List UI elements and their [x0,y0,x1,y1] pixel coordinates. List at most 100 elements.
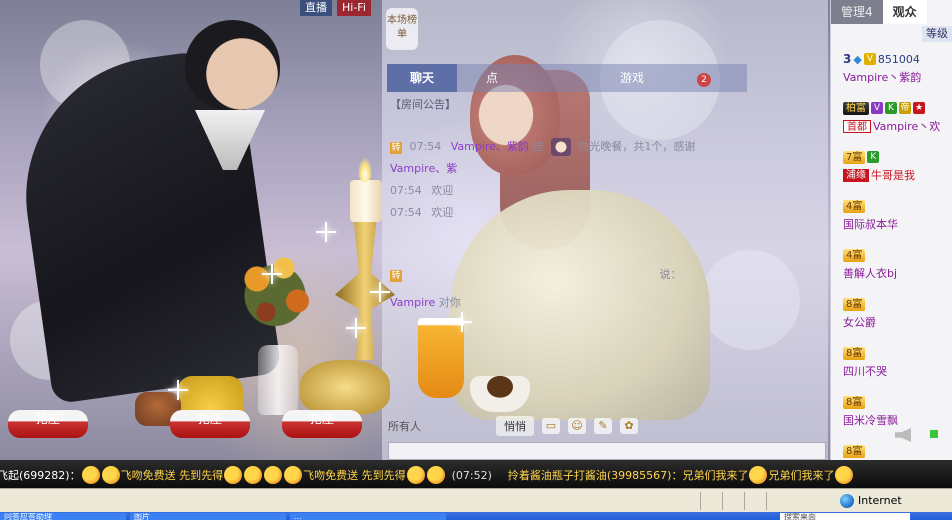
message-user[interactable]: Vampire、紫韵 [451,140,529,153]
status-divider [722,492,723,510]
message-text: 欢迎 [431,184,454,197]
user-name: 四川不哭 [843,365,887,378]
tab-game[interactable]: 游戏 [597,64,667,92]
status-indicator-icon [930,430,938,438]
ticker-message: 兄弟们我来了 [768,469,835,482]
kiss-emoji-icon [264,466,283,484]
sparkle-icon [262,264,282,284]
grab-seat-button[interactable]: 抢座 [8,410,88,438]
list-item[interactable]: 8富 四川不哭 [843,344,952,393]
whisper-button[interactable]: 悄悄 [496,416,534,436]
region-tag: 首都 [843,119,871,133]
list-item[interactable]: 8富 女公爵 [843,295,952,344]
flowers [230,235,320,345]
user-name: Vampire丶紫韵 [843,71,922,84]
chat-message: Vampire、紫 [390,160,820,182]
tab-audience[interactable]: 观众 [882,0,927,24]
taskbar-item[interactable]: 图片 [130,513,286,520]
status-divider [700,492,701,510]
chat-tabs: 聊天 点 游戏 2 [387,64,747,92]
gift-tool-icon[interactable]: ✿ [620,418,638,434]
wealth-rank-badge: 柏富 [843,101,869,115]
sparkle-icon [370,282,390,302]
k-icon: K [885,102,897,114]
man-head [185,20,280,110]
color-icon[interactable]: ✎ [594,418,612,434]
list-item[interactable]: 3 ◆ V 851004 Vampire丶紫韵 [843,50,952,99]
emoji-icon[interactable]: ☺ [568,418,586,434]
ticker-sender: 飞起(699282)： [0,469,81,482]
chat-message: 07:54 欢迎 [390,182,820,204]
list-item[interactable]: 4富 善解人衣bj [843,246,952,295]
message-user[interactable]: Vampire [390,296,435,309]
vase [258,345,298,415]
tab-gift[interactable] [527,64,597,92]
taskbar-item[interactable]: 问答应答助理 [0,513,126,520]
image-icon[interactable]: ▭ [542,418,560,434]
user-name: Vampire丶欢 [873,120,941,133]
kiss-emoji-icon [81,466,100,484]
sort-by-level[interactable]: 等级 [922,26,952,42]
user-name: 国际叔本华 [843,218,898,231]
sparkle-icon [346,318,366,338]
rank-list-tab[interactable]: 本场榜单 [386,8,418,50]
security-zone[interactable]: Internet [840,492,902,510]
chat-message: 转 说： [390,266,820,288]
region-tag: 浦缘 [843,168,869,182]
candle-flame [358,158,372,182]
grab-seat-button[interactable]: 抢座 [170,410,250,438]
message-user[interactable]: Vampire、紫 [390,162,457,175]
chat-target-select[interactable]: 所有人 [388,418,488,434]
hand-emoji-icon [749,466,768,484]
kiss-emoji-icon [284,466,303,484]
user-name: 女公爵 [843,316,876,329]
message-gift: 烛光晚餐，共1个，感谢 [578,140,696,153]
teacup [470,376,530,412]
tab-song[interactable]: 点 [457,64,527,92]
ticker-track: 飞起(699282)： 飞吻免费送 先到先得 飞吻免费送 先到先得 (07:52… [0,466,854,484]
chat-message: Vampire 对你 [390,294,820,316]
ticker-message: 飞吻免费送 先到先得 [120,469,224,482]
list-item[interactable]: 4富 国际叔本华 [843,197,952,246]
user-id: 851004 [877,52,920,66]
wealth-rank-badge: 8富 [843,297,866,311]
message-time: 07:54 [409,140,442,153]
wealth-rank-badge: 4富 [843,199,866,213]
tab-car[interactable]: 2 [667,64,737,92]
k-icon: K [867,151,880,163]
kiss-emoji-icon [224,466,243,484]
list-item[interactable]: 柏富 V K 帝 ★ 首都 Vampire丶欢 [843,99,952,148]
emperor-icon: 帝 [899,102,911,114]
taskbar: 问答应答助理 图片 ... 搜索桌面 [0,512,952,520]
grab-seat-button[interactable]: 抢座 [282,410,362,438]
teapot [300,360,390,415]
message-action: 送 [532,140,544,153]
desktop-search-input[interactable]: 搜索桌面 [780,513,910,520]
chat-message: 07:54 欢迎 [390,204,820,226]
tab-count-badge: 2 [697,73,711,87]
chat-message: 转 07:54 Vampire、紫韵 送 烛光晚餐，共1个，感谢 [390,138,820,160]
vip-icon: V [871,102,883,114]
taskbar-item[interactable]: ... [290,513,446,520]
list-item[interactable]: 7富 K 浦缘 牛哥是我 [843,148,952,197]
message-time: 07:54 [390,206,422,219]
wealth-rank-badge: 4富 [843,248,866,262]
kiss-emoji-icon [101,466,120,484]
diamond-icon: ◆ [853,52,862,66]
live-badge: 直播 [300,0,332,16]
ticker-message: 飞吻免费送 先到先得 [303,469,406,482]
broadcast-ticker: 飞起(699282)： 飞吻免费送 先到先得 飞吻免费送 先到先得 (07:52… [0,460,952,488]
tab-admins[interactable]: 管理4 [831,0,883,24]
ticker-message: 拎着酱油瓶子打酱油(39985567)：兄弟们我来了 [507,469,749,482]
wealth-rank-badge: 8富 [843,346,866,360]
status-divider [744,492,745,510]
tab-chat[interactable]: 聊天 [387,64,457,92]
chat-input-toolbar: 所有人 悄悄 ▭ ☺ ✎ ✿ [388,412,828,440]
user-level: 3 [843,52,852,66]
sparkle-icon [168,380,188,400]
chat-input[interactable] [388,442,826,460]
wealth-rank-badge: 8富 [843,395,866,409]
message-text: 说： [659,268,682,281]
user-name: 善解人衣bj [843,267,898,280]
zone-label: Internet [858,494,902,507]
